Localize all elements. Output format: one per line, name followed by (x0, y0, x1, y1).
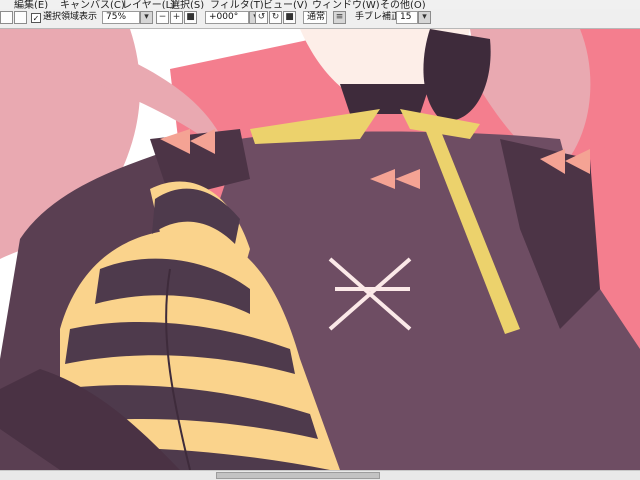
stabilizer-dropdown-icon[interactable]: ▾ (418, 11, 431, 24)
zoom-select[interactable]: 75% (102, 11, 140, 24)
drawing-canvas[interactable] (0, 29, 640, 470)
zoom-out-button[interactable]: − (156, 11, 169, 24)
selection-visible-label: 選択領域表示 (43, 12, 98, 22)
zoom-in-button[interactable]: + (170, 11, 183, 24)
artwork (0, 29, 640, 470)
blend-mode-select[interactable]: 通常 (303, 11, 327, 24)
blend-mode-dropdown-icon[interactable]: ≡ (333, 11, 346, 24)
scrollbar-thumb[interactable] (216, 472, 380, 479)
toolbar: ✓ 選択領域表示 75% ▾ − + ■ +000° ▾ ↺ ↻ ■ 通常 ≡ … (0, 9, 640, 29)
rotation-reset-button[interactable]: ■ (283, 11, 296, 24)
rotation-select[interactable]: +000° (205, 11, 249, 24)
rotate-cw-icon[interactable]: ↻ (269, 11, 282, 24)
rotate-ccw-icon[interactable]: ↺ (255, 11, 268, 24)
stabilizer-label: 手ブレ補正 (355, 12, 401, 22)
stabilizer-select[interactable]: 15 (396, 11, 418, 24)
zoom-dropdown-icon[interactable]: ▾ (140, 11, 153, 24)
neck-collar (340, 84, 430, 114)
zoom-reset-button[interactable]: ■ (184, 11, 197, 24)
view-right-button[interactable] (14, 11, 27, 24)
horizontal-scrollbar[interactable] (0, 470, 640, 480)
selection-visible-checkbox[interactable]: ✓ (31, 13, 41, 23)
view-left-button[interactable] (0, 11, 13, 24)
